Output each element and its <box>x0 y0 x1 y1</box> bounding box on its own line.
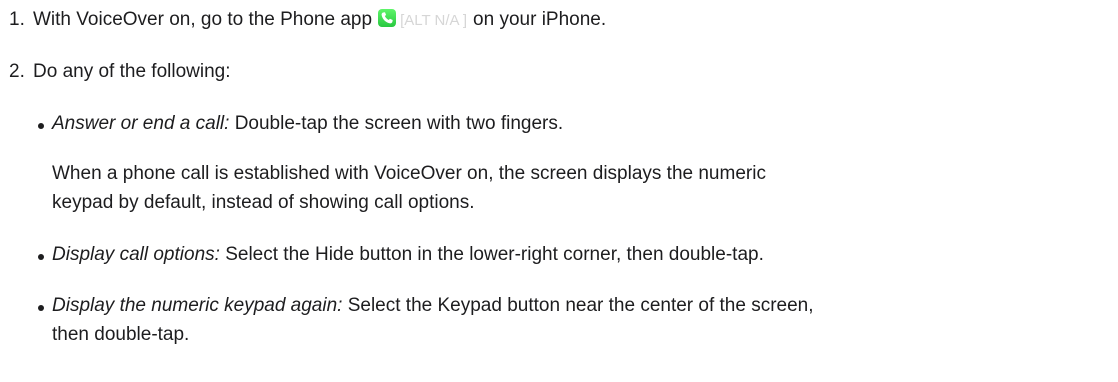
bullet-1-note-line-2: keypad by default, instead of showing ca… <box>52 192 475 213</box>
bullet-3-label: Display the numeric keypad again: <box>52 295 343 316</box>
phone-app-icon <box>378 9 397 27</box>
bullet-3-marker <box>38 305 44 311</box>
bullet-3-body: Select the Keypad button near the center… <box>342 295 814 316</box>
bullet-2-body: Select the Hide button in the lower-righ… <box>219 244 764 265</box>
bullet-3-text-line-2: then double-tap. <box>52 324 190 345</box>
bullet-1-note-line-1: When a phone call is established with Vo… <box>52 163 766 184</box>
bullet-1-text: Answer or end a call: Double-tap the scr… <box>52 110 563 138</box>
bullet-1-body: Double-tap the screen with two fingers. <box>229 113 564 134</box>
bullet-1-marker <box>38 123 44 129</box>
step-2-number: 2. <box>9 61 25 82</box>
instructions-page: 1. With VoiceOver on, go to the Phone ap… <box>0 0 1118 382</box>
bullet-2-text: Display call options: Select the Hide bu… <box>52 241 764 269</box>
step-1-text-before: With VoiceOver on, go to the Phone app <box>33 9 373 30</box>
bullet-1-label: Answer or end a call: <box>52 113 230 134</box>
alt-text-placeholder: [ALT N/A ] <box>400 12 468 29</box>
step-1-text-after: on your iPhone. <box>473 9 607 30</box>
bullet-2-label: Display call options: <box>52 244 220 265</box>
bullet-2-marker <box>38 254 44 260</box>
bullet-3-text: Display the numeric keypad again: Select… <box>52 292 814 320</box>
step-1-text: With VoiceOver on, go to the Phone app [A… <box>33 6 606 35</box>
step-2-text: Do any of the following: <box>33 61 231 82</box>
step-1-number: 1. <box>9 9 25 30</box>
